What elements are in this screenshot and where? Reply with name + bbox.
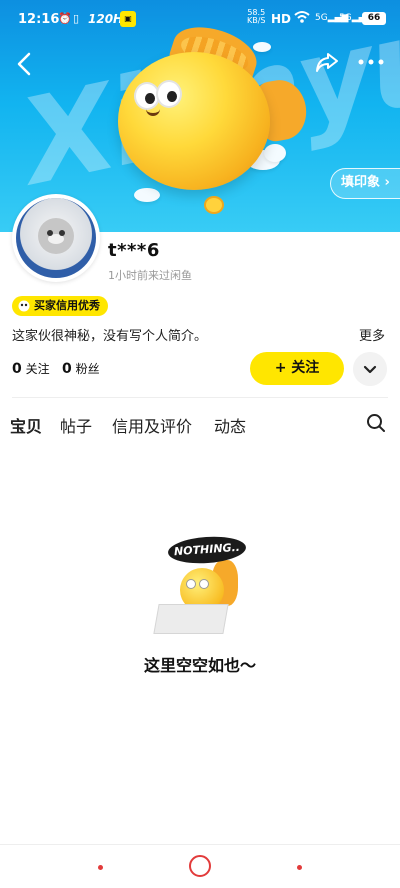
mascot-eye — [156, 80, 182, 108]
following-stat[interactable]: 0 关注 — [12, 361, 50, 377]
hd-indicator: HD — [271, 12, 292, 26]
empty-box-illustration — [153, 604, 229, 634]
tab-credit-reviews[interactable]: 信用及评价 — [112, 413, 192, 437]
followers-label: 粉丝 — [75, 362, 100, 376]
avatar-eye — [59, 230, 65, 236]
status-time: 12:16 — [18, 12, 60, 27]
more-info-link[interactable]: 更多 — [359, 325, 385, 344]
username: t***6 — [108, 240, 160, 261]
tab-items[interactable]: 宝贝 — [10, 413, 43, 437]
tab-activity[interactable]: 动态 — [214, 413, 246, 437]
share-button[interactable] — [314, 50, 340, 74]
follow-stats: 0 关注 0 粉丝 — [12, 360, 100, 377]
mini-mascot-illustration — [204, 196, 224, 214]
search-icon[interactable] — [366, 413, 386, 433]
write-impression-button[interactable]: 填印象 › — [330, 168, 400, 199]
network-speed-unit: KB/S — [247, 16, 266, 25]
credit-badge-label: 买家信用优秀 — [34, 299, 100, 312]
battery-indicator: 66 — [362, 12, 386, 25]
empty-mascot-eye — [199, 579, 209, 589]
nav-back-button[interactable] — [297, 865, 302, 870]
smiley-icon — [18, 300, 30, 312]
following-count: 0 — [12, 361, 22, 377]
avatar[interactable] — [12, 194, 100, 282]
status-bar: 12:16 ⏰ ▯ 120Hz ▣ 58.5 KB/S HD 5G▂▄▆ 5G▂… — [0, 0, 400, 40]
wifi-icon — [294, 11, 310, 23]
system-navigation-bar — [0, 844, 400, 888]
followers-stat[interactable]: 0 粉丝 — [62, 360, 100, 377]
vibrate-icon: ▯ — [73, 12, 80, 25]
following-label: 关注 — [25, 362, 50, 376]
credit-badge[interactable]: 买家信用优秀 — [12, 296, 108, 316]
last-seen-text: 1小时前来过闲鱼 — [108, 269, 192, 282]
avatar-eye — [47, 230, 53, 236]
nav-menu-button[interactable] — [98, 865, 103, 870]
signal-label: 5G — [315, 13, 328, 23]
nav-home-button[interactable] — [189, 855, 211, 877]
cloud-decoration — [264, 144, 286, 162]
expand-dropdown-button[interactable] — [353, 352, 387, 386]
divider — [12, 397, 388, 398]
app-notification-icon: ▣ — [120, 11, 136, 27]
empty-mascot-eye — [186, 579, 196, 589]
network-speed: 58.5 KB/S — [247, 9, 266, 25]
profile-bio: 这家伙很神秘，没有写个人简介。 — [12, 329, 208, 344]
alarm-icon: ⏰ — [58, 12, 72, 25]
followers-count: 0 — [62, 361, 72, 377]
more-options-button[interactable] — [356, 50, 386, 74]
profile-page: Xianyu 12:16 ⏰ ▯ 120Hz ▣ 58.5 KB/S HD — [0, 0, 400, 888]
mascot-fish-illustration — [118, 52, 270, 190]
follow-button[interactable]: + 关注 — [250, 352, 344, 385]
back-button[interactable] — [14, 50, 34, 78]
tab-posts[interactable]: 帖子 — [60, 413, 92, 437]
empty-state-message: 这里空空如也～ — [143, 656, 256, 675]
cloud-decoration — [253, 42, 271, 52]
cloud-decoration — [134, 188, 160, 202]
avatar-image — [16, 198, 96, 278]
cat-avatar-illustration — [38, 218, 74, 254]
signal-label: 5G — [339, 13, 352, 23]
